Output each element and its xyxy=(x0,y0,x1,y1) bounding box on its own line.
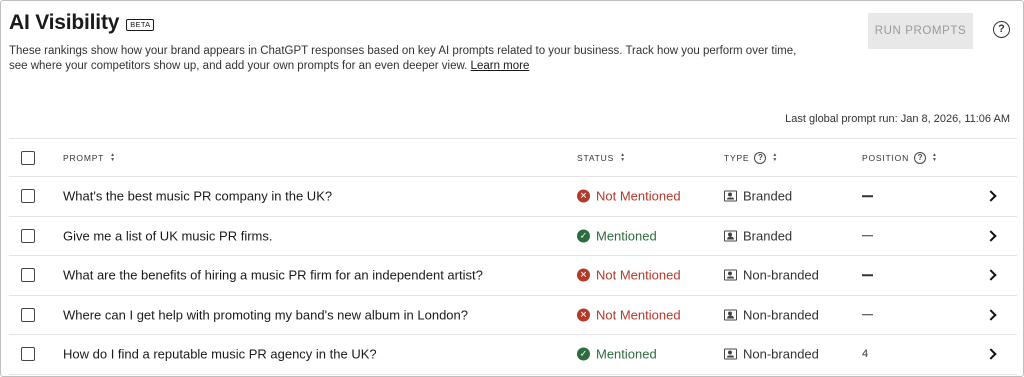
description: These rankings show how your brand appea… xyxy=(9,44,799,73)
page-title: AI Visibility xyxy=(9,11,120,34)
ai-visibility-panel: AI Visibility BETA RUN PROMPTS ? These r… xyxy=(0,0,1024,377)
status-label: Mentioned xyxy=(596,228,657,244)
select-all-checkbox[interactable] xyxy=(21,150,35,165)
x-circle-icon: ✕ xyxy=(577,268,590,282)
chevron-right-icon xyxy=(985,230,997,242)
type-cell: Non-branded xyxy=(724,307,819,322)
help-icon[interactable]: ? xyxy=(993,21,1010,38)
table-row[interactable]: Where can I get help with promoting my b… xyxy=(9,296,1017,335)
position-cell xyxy=(862,235,873,237)
run-prompts-button[interactable]: RUN PROMPTS xyxy=(868,13,973,49)
row-checkbox[interactable] xyxy=(21,228,35,243)
column-label-type: TYPE xyxy=(724,152,750,163)
prompt-text: What's the best music PR company in the … xyxy=(63,188,333,204)
empty-dash xyxy=(862,195,873,197)
status-badge: ✕ Not Mentioned xyxy=(577,189,681,204)
status-label: Not Mentioned xyxy=(596,188,681,204)
type-label: Branded xyxy=(743,228,793,244)
row-checkbox[interactable] xyxy=(21,268,35,283)
prompt-text: How do I find a reputable music PR agenc… xyxy=(63,346,377,362)
last-run-timestamp: Last global prompt run: Jan 8, 2026, 11:… xyxy=(785,113,1010,125)
sort-icon[interactable]: ▲ ▼ xyxy=(932,152,938,163)
portrait-icon xyxy=(724,190,737,202)
column-label-prompt: PROMPT xyxy=(63,152,105,163)
x-circle-icon: ✕ xyxy=(577,189,590,203)
table-row[interactable]: What are the benefits of hiring a music … xyxy=(9,256,1017,296)
check-circle-icon: ✓ xyxy=(577,229,590,243)
type-label: Branded xyxy=(743,188,793,204)
status-badge: ✕ Not Mentioned xyxy=(577,307,681,322)
prompt-text: Where can I get help with promoting my b… xyxy=(63,307,468,323)
chevron-right-icon xyxy=(985,269,997,281)
column-header-status[interactable]: STATUS ▲ ▼ xyxy=(577,152,626,163)
status-label: Not Mentioned xyxy=(596,267,681,283)
portrait-icon xyxy=(724,309,737,321)
row-open-button[interactable] xyxy=(985,348,997,360)
type-label: Non-branded xyxy=(743,267,819,283)
row-checkbox[interactable] xyxy=(21,307,35,322)
portrait-icon xyxy=(724,348,737,360)
table-row[interactable]: What's the best music PR company in the … xyxy=(9,177,1017,217)
type-cell: Non-branded xyxy=(724,347,819,362)
table-row[interactable]: How do I find a reputable music PR agenc… xyxy=(9,335,1017,375)
column-header-prompt[interactable]: PROMPT ▲ ▼ xyxy=(63,152,116,163)
type-cell: Non-branded xyxy=(724,268,819,283)
column-header-type[interactable]: TYPE ? ▲ ▼ xyxy=(724,151,778,164)
prompt-text: Give me a list of UK music PR firms. xyxy=(63,228,273,244)
status-label: Mentioned xyxy=(596,346,657,362)
row-open-button[interactable] xyxy=(985,190,997,202)
beta-badge: BETA xyxy=(126,18,155,31)
table-row[interactable]: Give me a list of UK music PR firms. ✓ M… xyxy=(9,217,1017,256)
description-text: These rankings show how your brand appea… xyxy=(9,45,797,72)
status-badge: ✓ Mentioned xyxy=(577,347,657,362)
column-label-status: STATUS xyxy=(577,152,615,163)
check-circle-icon: ✓ xyxy=(577,347,590,361)
chevron-right-icon xyxy=(985,348,997,360)
chevron-right-icon xyxy=(985,309,997,321)
status-badge: ✕ Not Mentioned xyxy=(577,268,681,283)
question-circle-icon[interactable]: ? xyxy=(914,151,927,164)
empty-dash xyxy=(862,235,873,237)
table-body: What's the best music PR company in the … xyxy=(9,177,1017,375)
chevron-right-icon xyxy=(985,190,997,202)
title-row: AI Visibility BETA xyxy=(9,11,155,35)
type-label: Non-branded xyxy=(743,307,819,323)
sort-icon[interactable]: ▲ ▼ xyxy=(110,152,116,163)
status-badge: ✓ Mentioned xyxy=(577,228,657,243)
row-open-button[interactable] xyxy=(985,269,997,281)
status-label: Not Mentioned xyxy=(596,307,681,323)
portrait-icon xyxy=(724,269,737,281)
row-checkbox[interactable] xyxy=(21,189,35,204)
row-open-button[interactable] xyxy=(985,309,997,321)
position-cell xyxy=(862,274,873,276)
portrait-icon xyxy=(724,230,737,242)
column-label-position: POSITION xyxy=(862,152,910,163)
position-cell xyxy=(862,195,873,197)
x-circle-icon: ✕ xyxy=(577,308,590,322)
prompt-text: What are the benefits of hiring a music … xyxy=(63,267,483,283)
column-header-position[interactable]: POSITION ? ▲ ▼ xyxy=(862,151,938,164)
row-checkbox[interactable] xyxy=(21,347,35,362)
table-header: PROMPT ▲ ▼ STATUS ▲ ▼ TYPE ? ▲ ▼ POSITION ?… xyxy=(9,138,1017,177)
position-cell: 4 xyxy=(862,348,868,360)
sort-icon[interactable]: ▲ ▼ xyxy=(772,152,778,163)
position-cell xyxy=(862,314,873,316)
row-open-button[interactable] xyxy=(985,230,997,242)
question-circle-icon[interactable]: ? xyxy=(754,151,767,164)
empty-dash xyxy=(862,274,873,276)
type-cell: Branded xyxy=(724,189,792,204)
prompts-table: PROMPT ▲ ▼ STATUS ▲ ▼ TYPE ? ▲ ▼ POSITION ?… xyxy=(9,138,1017,375)
empty-dash xyxy=(862,314,873,316)
position-value: 4 xyxy=(862,348,869,361)
type-cell: Branded xyxy=(724,228,792,243)
sort-icon[interactable]: ▲ ▼ xyxy=(620,152,626,163)
learn-more-link[interactable]: Learn more xyxy=(471,60,530,72)
type-label: Non-branded xyxy=(743,346,819,362)
